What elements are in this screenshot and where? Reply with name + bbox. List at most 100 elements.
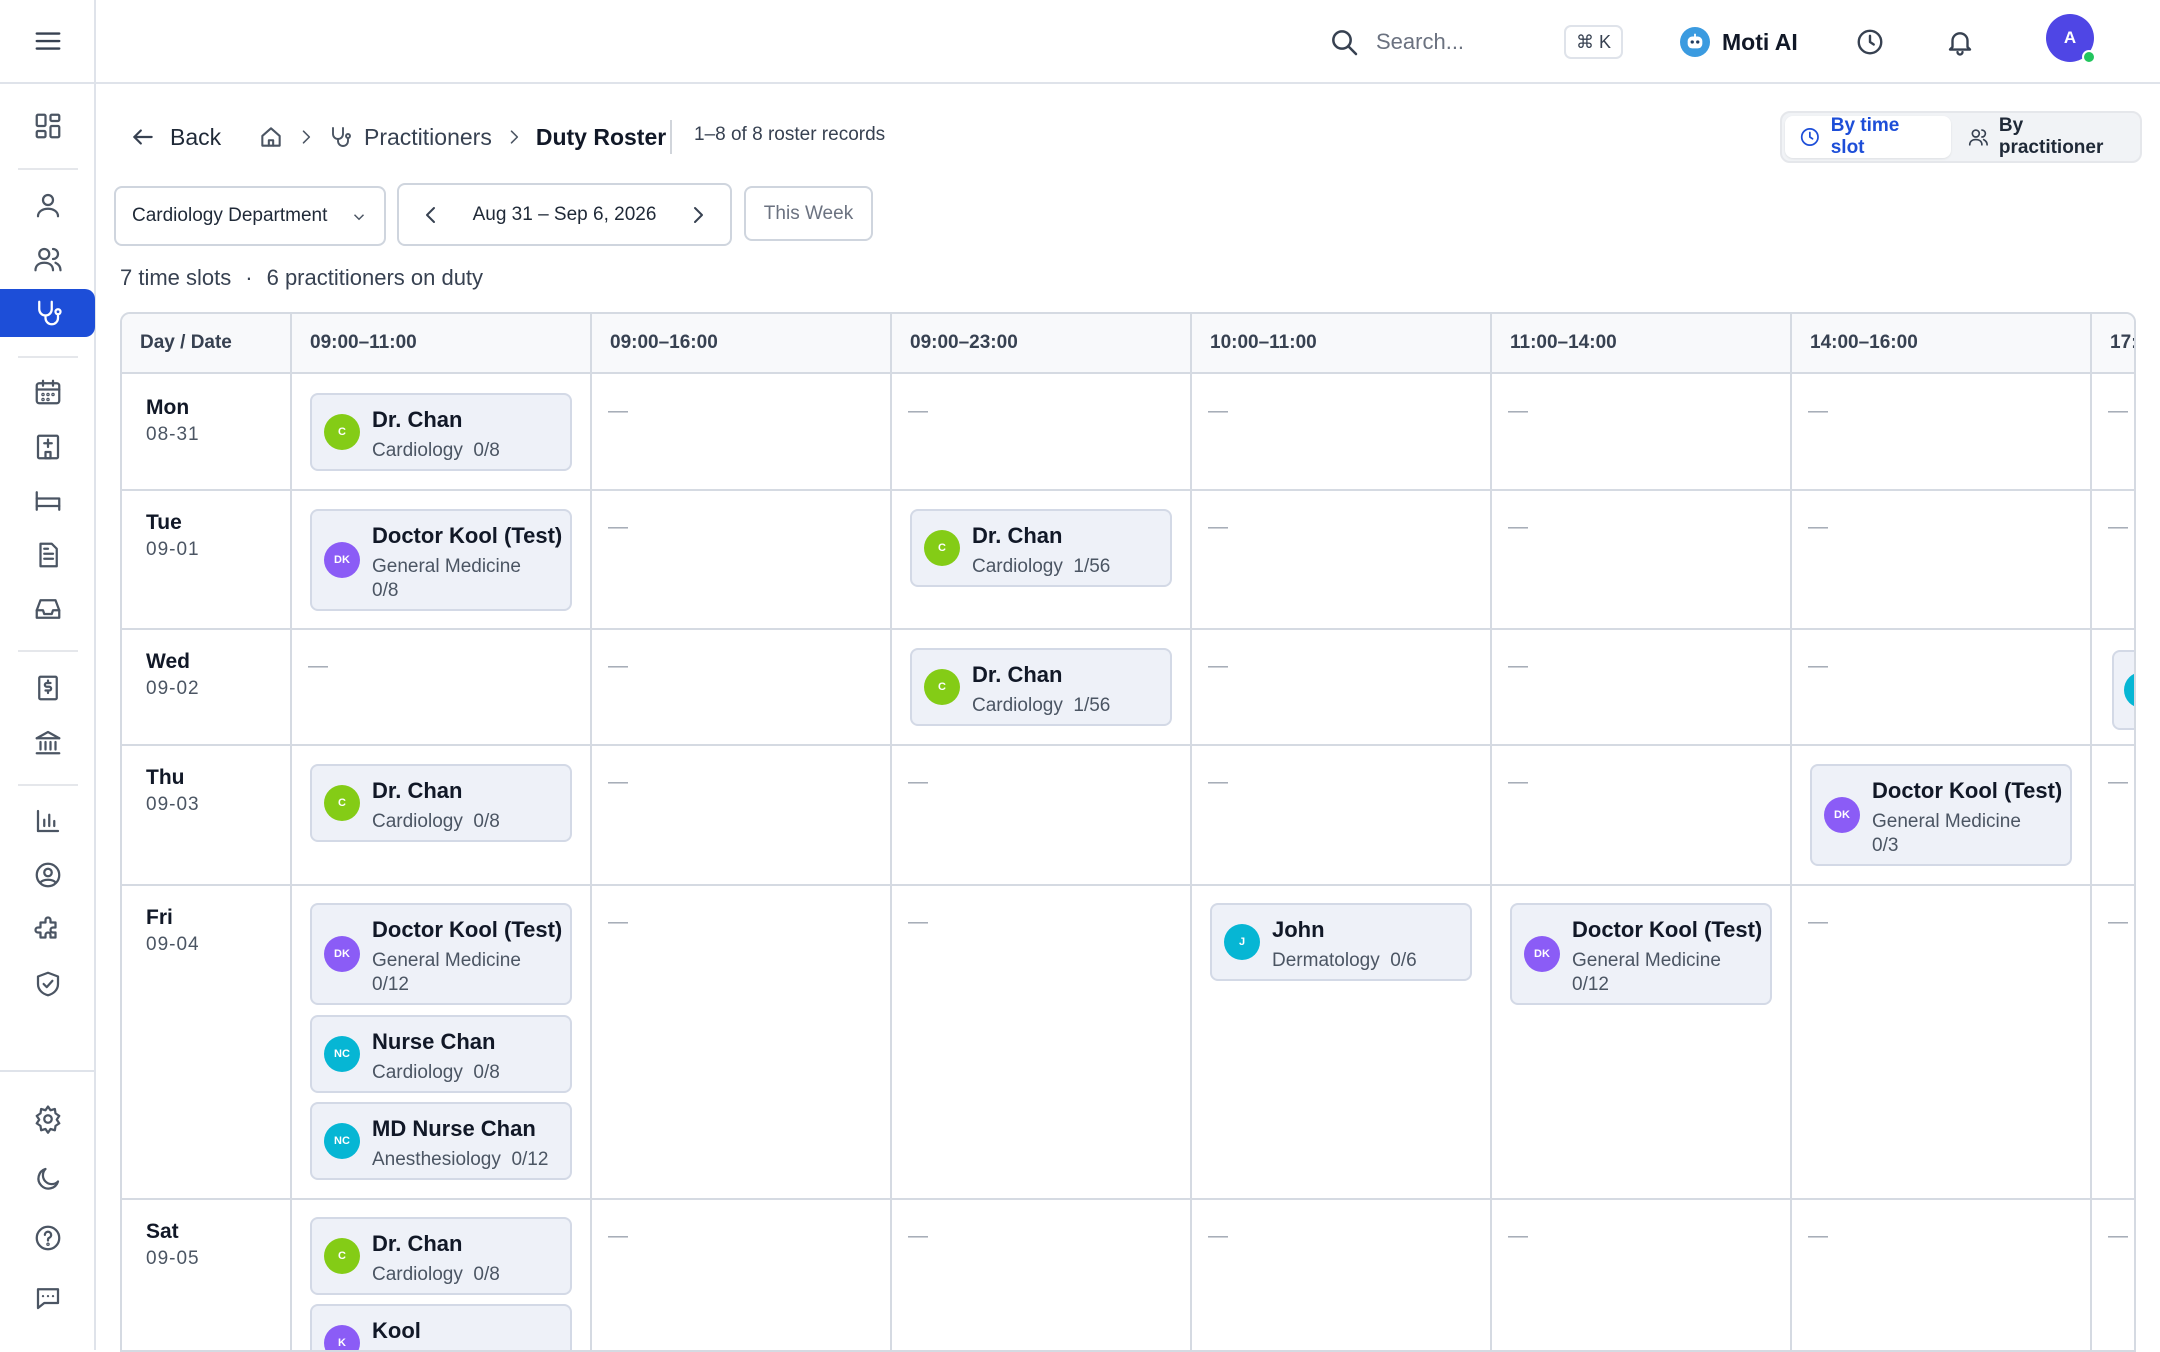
topbar: ⌘ K Moti AI xyxy=(96,0,2160,84)
booking-count: 0/12 xyxy=(1572,974,1609,995)
menu-toggle-button[interactable] xyxy=(0,0,96,84)
day-name: Mon xyxy=(146,396,190,419)
nav-account[interactable] xyxy=(0,851,96,899)
nav-billing[interactable] xyxy=(0,664,96,712)
roster-grid: Day / Date 09:00–11:00 09:00–16:00 09:00… xyxy=(120,312,2136,1352)
empty-slot: — xyxy=(1508,771,1528,793)
practitioner-detail: Anesthesiology 0/12 xyxy=(372,1148,567,1172)
slot-header: 11:00–14:00 xyxy=(1492,314,1792,374)
view-by-practitioner-button[interactable]: By practitioner xyxy=(1954,115,2140,158)
search-icon xyxy=(1332,30,1358,56)
nav-inbox[interactable] xyxy=(0,585,96,633)
booking-count: 0/12 xyxy=(511,1149,549,1170)
search-input[interactable] xyxy=(1376,22,1546,62)
empty-slot: — xyxy=(2108,771,2128,793)
day-date: 08-31 xyxy=(146,424,200,445)
roster-card[interactable]: DK Doctor Kool (Test) General Medicine 0/… xyxy=(310,509,572,611)
roster-card[interactable] xyxy=(2112,650,2134,730)
roster-card[interactable]: C Dr. Chan Cardiology 1/56 xyxy=(910,648,1172,726)
nav-calendar[interactable] xyxy=(0,368,96,416)
nav-hospital[interactable] xyxy=(0,423,96,471)
booking-count: 0/8 xyxy=(372,580,399,601)
day-date: 09-01 xyxy=(146,539,200,560)
view-by-practitioner-label: By practitioner xyxy=(1998,115,2104,158)
booking-count: 0/8 xyxy=(473,1062,500,1083)
practitioner-name: Dr. Chan xyxy=(972,662,1063,687)
empty-slot: — xyxy=(1508,400,1528,422)
booking-count: 0/8 xyxy=(473,811,500,832)
practitioner-detail: Cardiology 0/8 xyxy=(372,439,567,463)
empty-slot: — xyxy=(1508,1225,1528,1247)
practitioner-name: MD Nurse Chan xyxy=(372,1116,536,1141)
roster-card[interactable]: DK Doctor Kool (Test) General Medicine 0/… xyxy=(1510,903,1772,1005)
roster-card[interactable]: NC MD Nurse Chan Anesthesiology 0/12 xyxy=(310,1102,572,1180)
practitioner-avatar: DK xyxy=(324,542,360,578)
nav-staff[interactable] xyxy=(0,235,96,283)
practitioner-avatar: DK xyxy=(1824,797,1860,833)
next-week-button[interactable] xyxy=(686,203,710,227)
empty-slot: — xyxy=(2108,400,2128,422)
nav-reports[interactable] xyxy=(0,797,96,845)
nav-settings[interactable] xyxy=(0,1095,96,1143)
roster-card[interactable]: K Kool xyxy=(310,1304,572,1350)
roster-card[interactable]: C Dr. Chan Cardiology 1/56 xyxy=(910,509,1172,587)
day-label-wed: Wed 09-02 xyxy=(146,650,200,700)
practitioner-name: Doctor Kool (Test) xyxy=(372,523,563,548)
department-select[interactable]: Cardiology Department xyxy=(114,186,386,246)
nav-beds[interactable] xyxy=(0,477,96,525)
empty-slot: — xyxy=(1508,655,1528,677)
column-line xyxy=(1490,314,1492,1350)
home-icon[interactable] xyxy=(258,124,284,150)
day-date: 09-04 xyxy=(146,934,200,955)
view-by-time-slot-button[interactable]: By time slot xyxy=(1785,115,1951,158)
online-status-dot xyxy=(2082,50,2096,64)
booking-count: 0/8 xyxy=(473,440,500,461)
roster-card[interactable]: DK Doctor Kool (Test) General Medicine 0/… xyxy=(1810,764,2072,866)
roster-card[interactable]: C Dr. Chan Cardiology 0/8 xyxy=(310,764,572,842)
sidebar-divider xyxy=(18,168,78,170)
empty-slot: — xyxy=(908,771,928,793)
sidebar-divider xyxy=(18,650,78,652)
practitioner-dept: Cardiology xyxy=(972,695,1063,716)
moti-ai-button[interactable]: Moti AI xyxy=(1680,24,1798,60)
this-week-button[interactable]: This Week xyxy=(744,186,873,241)
breadcrumb-practitioners[interactable]: Practitioners xyxy=(364,124,492,151)
history-button[interactable] xyxy=(1852,24,1888,60)
empty-slot: — xyxy=(608,1225,628,1247)
roster-card[interactable]: NC Nurse Chan Cardiology 0/8 xyxy=(310,1015,572,1093)
roster-card[interactable]: C Dr. Chan Cardiology 0/8 xyxy=(310,393,572,471)
nav-patients[interactable] xyxy=(0,181,96,229)
nav-dashboard[interactable] xyxy=(0,102,96,150)
nav-documents[interactable] xyxy=(0,531,96,579)
roster-card[interactable]: C Dr. Chan Cardiology 0/8 xyxy=(310,1217,572,1295)
empty-slot: — xyxy=(608,655,628,677)
hospital-icon xyxy=(36,434,60,460)
empty-slot: — xyxy=(908,1225,928,1247)
theme-toggle[interactable] xyxy=(0,1155,96,1203)
practitioner-name: Dr. Chan xyxy=(372,407,463,432)
nav-help[interactable] xyxy=(0,1214,96,1262)
booking-count: 1/56 xyxy=(1073,695,1111,716)
slot-header: 14:00–16:00 xyxy=(1792,314,2092,374)
nav-plugins[interactable] xyxy=(0,906,96,954)
stethoscope-icon xyxy=(37,300,62,326)
notifications-button[interactable] xyxy=(1942,24,1978,60)
roster-card[interactable]: DK Doctor Kool (Test) General Medicine 0/… xyxy=(310,903,572,1005)
booking-count: 0/6 xyxy=(1390,950,1417,971)
back-button[interactable]: Back xyxy=(130,120,221,154)
user-icon xyxy=(36,193,60,218)
day-date: 09-02 xyxy=(146,678,200,699)
chevron-right-icon xyxy=(694,207,703,223)
roster-card[interactable]: J John Dermatology 0/6 xyxy=(1210,903,1472,981)
bell-icon xyxy=(1948,32,1972,56)
nav-security[interactable] xyxy=(0,960,96,1008)
nav-finance[interactable] xyxy=(0,718,96,766)
practitioner-detail: General Medicine 0/3 xyxy=(1872,810,2067,858)
nav-feedback[interactable] xyxy=(0,1274,96,1322)
practitioner-avatar: C xyxy=(924,530,960,566)
previous-week-button[interactable] xyxy=(419,203,443,227)
practitioner-avatar: C xyxy=(324,414,360,450)
nav-practitioners[interactable] xyxy=(0,289,95,337)
empty-slot: — xyxy=(1208,400,1228,422)
chat-icon xyxy=(36,1288,60,1310)
